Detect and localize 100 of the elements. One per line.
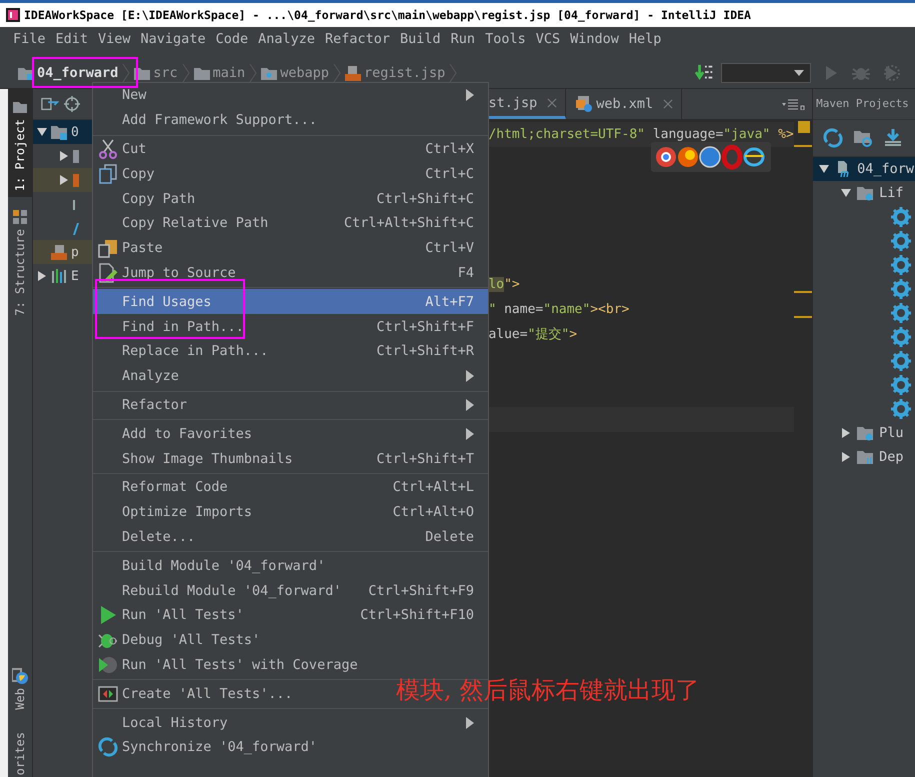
menu-item[interactable]: Jump to Source F4 — [93, 260, 488, 286]
menu-bar-item[interactable]: Build — [400, 31, 441, 47]
tree-row[interactable]: Lif — [813, 181, 915, 205]
menu-item[interactable]: Copy Path Ctrl+Shift+C — [93, 186, 488, 211]
menu-item[interactable]: Copy Relative Path Ctrl+Alt+Shift+C — [93, 210, 488, 236]
menu-item[interactable]: Show Image Thumbnails Ctrl+Shift+T — [93, 446, 488, 471]
menu-bar-item[interactable]: VCS — [536, 31, 560, 47]
folder-gear-icon — [857, 425, 874, 441]
menu-item[interactable]: Debug 'All Tests' — [93, 628, 274, 653]
gear-icon[interactable] — [891, 279, 912, 299]
tab-list-icon[interactable] — [782, 98, 806, 110]
breadcrumb-item[interactable]: webapp — [261, 64, 329, 80]
menu-item[interactable]: Find Usages Alt+F7 — [93, 289, 488, 314]
menu-item[interactable]: Add Framework Support... — [93, 108, 332, 133]
menu-item[interactable]: Delete... Delete — [93, 524, 488, 550]
menu-item[interactable]: Create 'All Tests'... — [93, 681, 307, 706]
collapsed-arrow-icon[interactable] — [58, 151, 69, 161]
change-marker[interactable] — [794, 316, 812, 318]
gear-icon[interactable] — [891, 327, 912, 347]
target-icon[interactable] — [62, 96, 81, 112]
library-icon — [50, 268, 67, 284]
test-config-icon — [98, 684, 118, 704]
menu-bar-item[interactable]: Refactor — [325, 31, 390, 47]
breadcrumb-item[interactable]: src — [134, 64, 178, 80]
gear-icon[interactable] — [891, 399, 912, 419]
expanded-arrow-icon[interactable] — [819, 164, 830, 174]
menu-item[interactable]: Find in Path... Ctrl+Shift+F — [93, 314, 488, 339]
refresh-icon[interactable] — [823, 128, 844, 148]
editor-tab[interactable]: web.xml — [566, 89, 682, 119]
view-selector-icon[interactable] — [40, 96, 59, 112]
menu-item[interactable]: Optimize Imports Ctrl+Alt+O — [93, 500, 488, 525]
tree-row[interactable] — [32, 168, 92, 192]
tool-window-tab[interactable]: Web — [8, 662, 32, 716]
menu-item[interactable]: Replace in Path... Ctrl+Shift+R — [93, 338, 488, 364]
collapsed-arrow-icon[interactable] — [841, 428, 852, 438]
tree-row[interactable]: Plu — [813, 421, 915, 445]
tree-row[interactable]: 04_forw — [813, 157, 915, 181]
breadcrumb-item[interactable]: regist.jsp — [344, 64, 446, 80]
browser-icons-drawing[interactable] — [651, 142, 772, 172]
expanded-arrow-icon[interactable] — [841, 188, 852, 198]
menu-bar-item[interactable]: View — [98, 31, 131, 47]
change-marker[interactable] — [794, 145, 812, 147]
menu-item[interactable]: Rebuild Module '04_forward' Ctrl+Shift+F9 — [93, 578, 488, 603]
code-line: alue="提交"> — [488, 326, 578, 344]
menu-bar-item[interactable]: Help — [628, 31, 662, 47]
close-icon[interactable] — [547, 98, 558, 108]
menu-bar-item[interactable]: Code — [216, 31, 248, 47]
annotation-text: 模块, 然后鼠标右键就出现了 — [396, 675, 700, 706]
gear-icon[interactable] — [891, 375, 912, 395]
menu-item[interactable]: Analyze — [93, 364, 488, 389]
menu-bar-item[interactable]: Run — [450, 31, 476, 47]
menu-item[interactable]: Copy Ctrl+C — [93, 161, 488, 186]
download-icon[interactable] — [883, 128, 904, 148]
gear-icon[interactable] — [891, 303, 912, 323]
tool-window-tab[interactable]: 7: Structure — [8, 203, 32, 322]
collapsed-arrow-icon[interactable] — [841, 452, 852, 462]
gear-icon[interactable] — [891, 351, 912, 371]
menu-bar-item[interactable]: Navigate — [140, 31, 206, 47]
copy-icon — [98, 164, 118, 184]
make-project-icon[interactable] — [695, 62, 715, 82]
menu-item[interactable]: New — [93, 83, 488, 108]
expanded-arrow-icon[interactable] — [36, 127, 47, 137]
menu-item[interactable]: Cut Ctrl+X — [93, 136, 488, 162]
window-title: IDEAWorkSpace [E:\IDEAWorkSpace] - ...\04_forward\src\main\webapp\regist.jsp [04_forward] - IntelliJ IDEA — [24, 8, 751, 22]
menu-bar-item[interactable]: Analyze — [258, 31, 315, 47]
menu-item[interactable]: Reformat Code Ctrl+Alt+L — [93, 474, 488, 500]
gear-icon[interactable] — [891, 255, 912, 275]
menu-bar-item[interactable]: Edit — [56, 31, 88, 47]
close-icon[interactable] — [663, 99, 674, 109]
menu-item[interactable]: Paste Ctrl+V — [93, 236, 488, 261]
tool-window-tab[interactable]: 1: Project — [8, 89, 32, 198]
menu-item[interactable]: Run 'All Tests' with Coverage — [93, 652, 372, 678]
menu-item[interactable]: Synchronize '04_forward' — [93, 734, 332, 760]
menu-item[interactable]: Local History — [93, 710, 488, 735]
gear-icon[interactable] — [891, 207, 912, 227]
menu-item[interactable]: Build Module '04_forward' — [93, 553, 340, 578]
menu-bar-item[interactable]: File — [13, 31, 46, 47]
library-icon — [857, 449, 874, 465]
tree-row[interactable]: 0 — [32, 120, 92, 144]
change-marker[interactable] — [794, 291, 812, 293]
menu-bar-item[interactable]: Window — [570, 31, 619, 47]
tree-item-label: 04_forw — [857, 161, 914, 177]
editor-tab[interactable]: st.jsp — [488, 89, 566, 119]
tool-window-tab[interactable]: orites — [8, 726, 32, 777]
breadcrumb-item[interactable]: main — [194, 64, 246, 80]
folder-sync-icon[interactable] — [853, 128, 874, 148]
tree-row[interactable]: Dep — [813, 445, 915, 469]
menu-item[interactable]: Run 'All Tests' Ctrl+Shift+F10 — [93, 602, 488, 628]
menu-item[interactable]: Refactor — [93, 392, 488, 418]
menu-item[interactable]: Add to Favorites — [93, 421, 488, 446]
collapsed-arrow-icon[interactable] — [58, 175, 69, 185]
breadcrumb-item[interactable]: 04_forward — [18, 64, 118, 80]
structure-icon — [12, 209, 28, 226]
tree-row[interactable]: E — [32, 264, 92, 288]
tree-row[interactable]: p — [32, 240, 92, 264]
gear-icon[interactable] — [891, 231, 912, 251]
folder-gear-icon — [857, 185, 874, 201]
menu-bar-item[interactable]: Tools — [485, 31, 526, 47]
warning-marker[interactable] — [798, 121, 810, 133]
collapsed-arrow-icon[interactable] — [36, 271, 47, 281]
